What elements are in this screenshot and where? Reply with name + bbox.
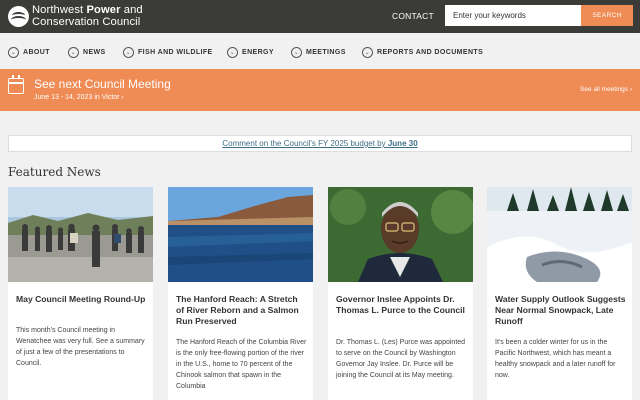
news-card-summary: This month's Council meeting in Wenatche… xyxy=(16,327,145,367)
nav-label: MEETINGS xyxy=(306,49,346,56)
notice-deadline[interactable]: June 30 xyxy=(388,139,418,148)
next-meeting-banner[interactable]: See next Council Meeting June 13 - 14, 2… xyxy=(0,69,640,111)
calendar-icon xyxy=(8,75,24,94)
chevron-down-icon: ⌄ xyxy=(8,47,19,58)
chevron-down-icon: ⌄ xyxy=(291,47,302,58)
chevron-down-icon: ⌄ xyxy=(68,47,79,58)
news-card-summary: The Hanford Reach of the Columbia River … xyxy=(176,339,307,390)
chevron-down-icon: ⌄ xyxy=(227,47,238,58)
contact-link[interactable]: CONTACT xyxy=(392,11,434,21)
news-card-image[interactable] xyxy=(487,187,632,282)
site-logo[interactable]: Northwest Power and Conservation Council xyxy=(8,4,143,28)
chevron-down-icon: ⌄ xyxy=(362,47,373,58)
news-card-summary: It's been a colder winter for us in the … xyxy=(495,339,616,379)
featured-news-heading: Featured News xyxy=(8,165,101,179)
notice-text[interactable]: Comment on the Council's FY 2025 budget … xyxy=(222,139,387,148)
nav-label: REPORTS AND DOCUMENTS xyxy=(377,49,484,56)
site-header: Northwest Power and Conservation Council… xyxy=(0,0,640,33)
nav-item-reports-and-documents[interactable]: ⌄ REPORTS AND DOCUMENTS xyxy=(362,47,483,58)
main-nav: ⌄ ABOUT ⌄ NEWS ⌄ FISH AND WILDLIFE ⌄ ENE… xyxy=(0,33,640,69)
next-meeting-date[interactable]: June 13 - 14, 2023 in Victor › xyxy=(34,94,124,101)
budget-comment-notice[interactable]: Comment on the Council's FY 2025 budget … xyxy=(8,135,632,152)
news-card[interactable]: Water Supply Outlook Suggests Near Norma… xyxy=(487,187,632,400)
news-card[interactable]: The Hanford Reach: A Stretch of River Re… xyxy=(168,187,313,400)
news-card-image[interactable] xyxy=(168,187,313,282)
nav-label: ABOUT xyxy=(23,49,50,56)
news-card-title[interactable]: Water Supply Outlook Suggests Near Norma… xyxy=(495,294,627,327)
nav-label: NEWS xyxy=(83,49,106,56)
chevron-down-icon: ⌄ xyxy=(123,47,134,58)
nav-item-energy[interactable]: ⌄ ENERGY xyxy=(227,47,274,58)
news-card-image[interactable] xyxy=(328,187,473,282)
search-button[interactable]: SEARCH xyxy=(581,5,633,26)
logo-mark-icon xyxy=(8,6,29,27)
nav-item-fish-and-wildlife[interactable]: ⌄ FISH AND WILDLIFE xyxy=(123,47,213,58)
news-card[interactable]: May Council Meeting Round-Up This month'… xyxy=(8,187,153,400)
search-input[interactable] xyxy=(445,5,581,26)
news-card-image[interactable] xyxy=(8,187,153,282)
nav-item-news[interactable]: ⌄ NEWS xyxy=(68,47,106,58)
news-card-title[interactable]: May Council Meeting Round-Up xyxy=(16,294,148,305)
news-card-title[interactable]: Governor Inslee Appoints Dr. Thomas L. P… xyxy=(336,294,468,316)
news-card-title[interactable]: The Hanford Reach: A Stretch of River Re… xyxy=(176,294,308,327)
nav-item-about[interactable]: ⌄ ABOUT xyxy=(8,47,50,58)
news-card[interactable]: Governor Inslee Appoints Dr. Thomas L. P… xyxy=(328,187,473,400)
next-meeting-title[interactable]: See next Council Meeting xyxy=(34,77,171,91)
news-card-summary: Dr. Thomas L. (Les) Purce was appointed … xyxy=(336,339,466,379)
logo-text: Northwest Power and Conservation Council xyxy=(32,4,143,28)
see-all-meetings-link[interactable]: See all meetings › xyxy=(580,86,632,93)
nav-label: FISH AND WILDLIFE xyxy=(138,49,213,56)
nav-item-meetings[interactable]: ⌄ MEETINGS xyxy=(291,47,346,58)
nav-label: ENERGY xyxy=(242,49,274,56)
